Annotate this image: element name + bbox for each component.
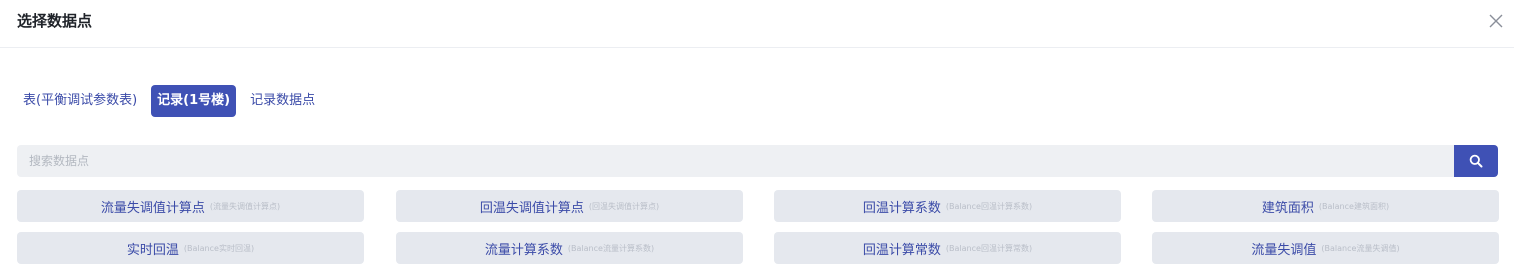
search-icon xyxy=(1469,154,1483,168)
close-button[interactable] xyxy=(1486,11,1506,31)
tab-bar: 表(平衡调试参数表) 记录(1号楼) 记录数据点 xyxy=(17,85,329,117)
tab-record-building-1[interactable]: 记录(1号楼) xyxy=(151,85,237,117)
datapoint-code: (Balance流量失调值) xyxy=(1321,243,1400,253)
search-button[interactable] xyxy=(1454,145,1498,177)
datapoint-name: 回温计算系数 xyxy=(862,200,941,216)
datapoint-item[interactable]: 实时回温 (Balance实时回温) xyxy=(17,232,364,264)
datapoint-code: (Balance流量计算系数) xyxy=(567,243,655,253)
datapoint-name: 流量失调值 xyxy=(1251,242,1317,258)
datapoint-name: 流量计算系数 xyxy=(484,242,563,258)
datapoint-code: (回温失调值计算点) xyxy=(588,201,660,211)
datapoint-item[interactable]: 流量失调值计算点 (流量失调值计算点) xyxy=(17,190,364,222)
datapoint-name: 建筑面积 xyxy=(1261,200,1314,216)
datapoint-code: (Balance实时回温) xyxy=(183,243,255,253)
datapoint-code: (Balance回温计算系数) xyxy=(945,201,1033,211)
tab-record-datapoints[interactable]: 记录数据点 xyxy=(244,85,321,117)
datapoint-name: 实时回温 xyxy=(126,242,179,258)
datapoint-code: (流量失调值计算点) xyxy=(209,201,281,211)
datapoint-name: 流量失调值计算点 xyxy=(100,200,205,216)
datapoint-item[interactable]: 建筑面积 (Balance建筑面积) xyxy=(1152,190,1499,222)
tab-balance-params-table[interactable]: 表(平衡调试参数表) xyxy=(17,85,143,117)
close-icon xyxy=(1489,14,1503,28)
datapoint-code: (Balance建筑面积) xyxy=(1318,201,1390,211)
datapoint-code: (Balance回温计算常数) xyxy=(945,243,1033,253)
datapoint-name: 回温计算常数 xyxy=(862,242,941,258)
datapoint-name: 回温失调值计算点 xyxy=(479,200,584,216)
datapoint-item[interactable]: 回温失调值计算点 (回温失调值计算点) xyxy=(396,190,743,222)
search-bar xyxy=(17,145,1498,177)
datapoint-item[interactable]: 回温计算常数 (Balance回温计算常数) xyxy=(774,232,1121,264)
datapoint-item[interactable]: 流量失调值 (Balance流量失调值) xyxy=(1152,232,1499,264)
search-input[interactable] xyxy=(17,145,1454,177)
datapoint-item[interactable]: 回温计算系数 (Balance回温计算系数) xyxy=(774,190,1121,222)
datapoint-item[interactable]: 流量计算系数 (Balance流量计算系数) xyxy=(396,232,743,264)
dialog-header: 选择数据点 xyxy=(0,0,1514,48)
dialog-title: 选择数据点 xyxy=(17,12,93,30)
